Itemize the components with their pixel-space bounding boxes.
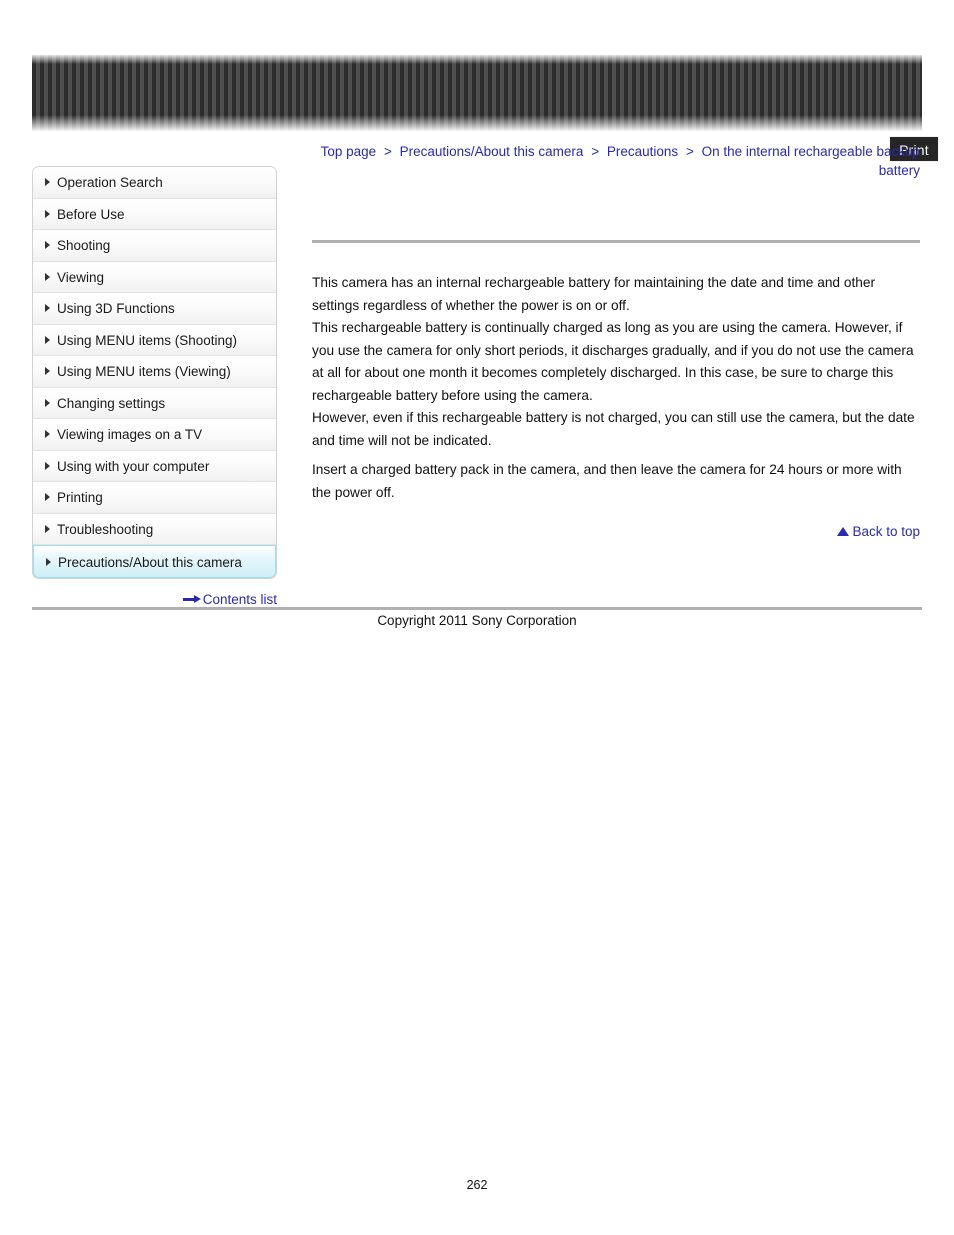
triangle-up-icon	[837, 526, 850, 536]
sidebar-item-label: Using 3D Functions	[57, 301, 175, 316]
sidebar-item-changing-settings[interactable]: Changing settings	[33, 387, 276, 419]
breadcrumb-item-top-page[interactable]: Top page	[321, 144, 377, 159]
triangle-right-icon	[45, 272, 50, 281]
breadcrumb-item-precautions-about-this-camera[interactable]: Precautions/About this camera	[400, 144, 584, 159]
sidebar-item-precautions-about-this-camera[interactable]: Precautions/About this camera	[33, 545, 276, 578]
sidebar-item-label: Troubleshooting	[57, 521, 154, 537]
back-to-top-label: Back to top	[852, 524, 920, 539]
triangle-right-icon	[46, 558, 51, 566]
triangle-right-icon	[45, 398, 50, 407]
triangle-right-icon	[45, 367, 50, 376]
triangle-right-icon	[45, 209, 50, 218]
page-number: 262	[466, 1178, 488, 1192]
triangle-right-icon	[45, 304, 50, 313]
breadcrumb-separator: >	[383, 144, 392, 159]
copyright-notice: Copyright 2011 Sony Corporation	[377, 613, 577, 628]
contents-list-link[interactable]: Contents list	[32, 592, 277, 607]
sidebar-item-viewing[interactable]: Viewing	[33, 261, 276, 293]
back-to-top-link[interactable]: Back to top	[700, 524, 920, 539]
triangle-right-icon	[45, 493, 50, 502]
sidebar-item-label: Viewing	[57, 269, 105, 285]
sidebar-item-using-3d-functions[interactable]: Using 3D Functions	[33, 293, 276, 325]
sidebar-item-label: Precautions/About this camera	[58, 555, 242, 570]
sidebar-item-using-menu-items-viewing[interactable]: Using MENU items (Viewing)	[33, 356, 276, 388]
sidebar-item-label: Using with your computer	[57, 458, 210, 474]
sidebar-item-label: Before Use	[57, 206, 125, 222]
breadcrumb-separator: >	[685, 144, 694, 159]
sidebar-item-before-use[interactable]: Before Use	[33, 198, 276, 230]
sidebar-item-using-menu-items-shooting[interactable]: Using MENU items (Shooting)	[33, 324, 276, 356]
sidebar-item-using-with-your-computer[interactable]: Using with your computer	[33, 450, 276, 482]
sidebar-item-label: Changing settings	[57, 395, 166, 411]
sidebar-item-troubleshooting[interactable]: Troubleshooting	[33, 513, 276, 545]
header-banner: Print	[32, 55, 939, 162]
sidebar-navigation: Operation Search Before Use Shooting Viewin…	[32, 166, 277, 579]
breadcrumb-item-current-page: On the internal rechargeable backup batt…	[701, 144, 920, 178]
contents-list-label: Contents list	[202, 592, 277, 607]
breadcrumb: Top page > Precautions/About this camera…	[312, 142, 920, 180]
sidebar-item-operation-search[interactable]: Operation Search	[33, 167, 276, 199]
sidebar-item-label: Shooting	[57, 238, 111, 253]
breadcrumb-separator: >	[591, 144, 600, 159]
content-divider	[312, 240, 920, 243]
body-paragraph-overview: This camera has an internal rechargeable…	[312, 275, 915, 448]
triangle-right-icon	[45, 178, 50, 187]
footer-divider	[32, 607, 922, 610]
sidebar-item-label: Using MENU items (Shooting)	[57, 332, 238, 348]
body-paragraph-charging-method: Insert a charged battery pack in the cam…	[312, 462, 902, 500]
sidebar-item-printing[interactable]: Printing	[33, 482, 276, 514]
sidebar-item-viewing-images-on-a-tv[interactable]: Viewing images on a TV	[33, 419, 276, 451]
sidebar-item-shooting[interactable]: Shooting	[33, 230, 276, 262]
arrow-right-icon	[182, 594, 201, 604]
triangle-right-icon	[45, 461, 50, 470]
triangle-right-icon	[45, 430, 50, 439]
sidebar-item-label: Using MENU items (Viewing)	[57, 364, 231, 379]
breadcrumb-item-precautions[interactable]: Precautions	[607, 144, 678, 159]
triangle-right-icon	[45, 524, 50, 533]
triangle-right-icon	[45, 241, 50, 250]
sidebar-item-label: Viewing images on a TV	[57, 427, 203, 442]
sidebar-item-label: Printing	[57, 490, 103, 505]
triangle-right-icon	[45, 335, 50, 344]
sidebar-item-label: Operation Search	[57, 175, 163, 190]
